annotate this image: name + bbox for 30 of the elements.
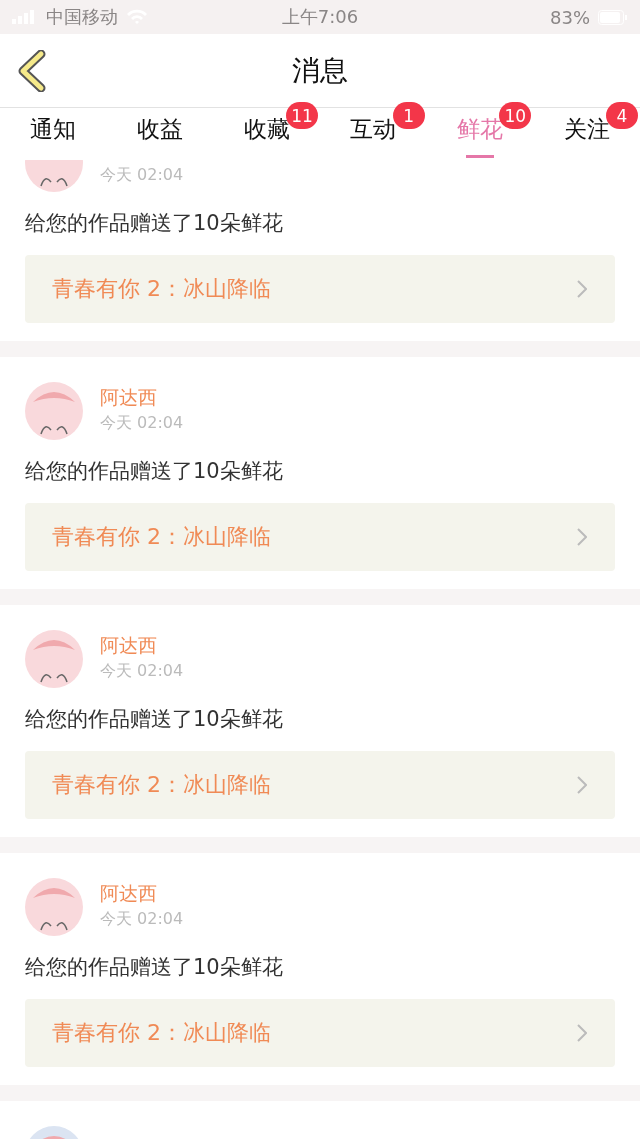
timestamp: 今天 02:04 <box>100 165 184 186</box>
message-text: 给您的作品赠送了10朵鲜花 <box>25 706 284 733</box>
work-link[interactable]: 青春有你 2：冰山降临 <box>25 999 615 1067</box>
message-text: 给您的作品赠送了10朵鲜花 <box>25 954 284 981</box>
page-title: 消息 <box>292 52 348 89</box>
timestamp: 今天 02:04 <box>100 413 184 434</box>
timestamp: 今天 02:04 <box>100 661 184 682</box>
user-name[interactable]: 阿达西 <box>100 881 184 907</box>
back-icon[interactable] <box>17 50 47 92</box>
user-name[interactable]: 阿达西 <box>100 633 184 659</box>
work-title: 青春有你 2：冰山降临 <box>52 771 271 799</box>
work-title: 青春有你 2：冰山降临 <box>52 1019 271 1047</box>
work-title: 青春有你 2：冰山降临 <box>52 523 271 551</box>
battery-percent: 83% <box>550 6 590 28</box>
tab[interactable]: 通知 <box>30 108 77 158</box>
work-link[interactable]: 青春有你 2：冰山降临 <box>25 255 615 323</box>
user-name[interactable]: 阿达西 <box>100 385 184 411</box>
work-title: 青春有你 2：冰山降临 <box>52 275 271 303</box>
carrier: 中国移动 <box>46 5 118 29</box>
work-link[interactable]: 青春有你 2：冰山降临 <box>25 751 615 819</box>
chevron-right-icon <box>577 1024 587 1042</box>
message-text: 给您的作品赠送了10朵鲜花 <box>25 210 284 237</box>
work-link[interactable]: 青春有你 2：冰山降临 <box>25 503 615 571</box>
chevron-right-icon <box>577 528 587 546</box>
clock: 上午7:06 <box>281 5 359 29</box>
tab[interactable]: 收益 <box>137 108 183 158</box>
chevron-right-icon <box>577 280 587 298</box>
timestamp: 今天 02:04 <box>100 909 184 930</box>
message-text: 给您的作品赠送了10朵鲜花 <box>25 458 284 485</box>
chevron-right-icon <box>577 776 587 794</box>
